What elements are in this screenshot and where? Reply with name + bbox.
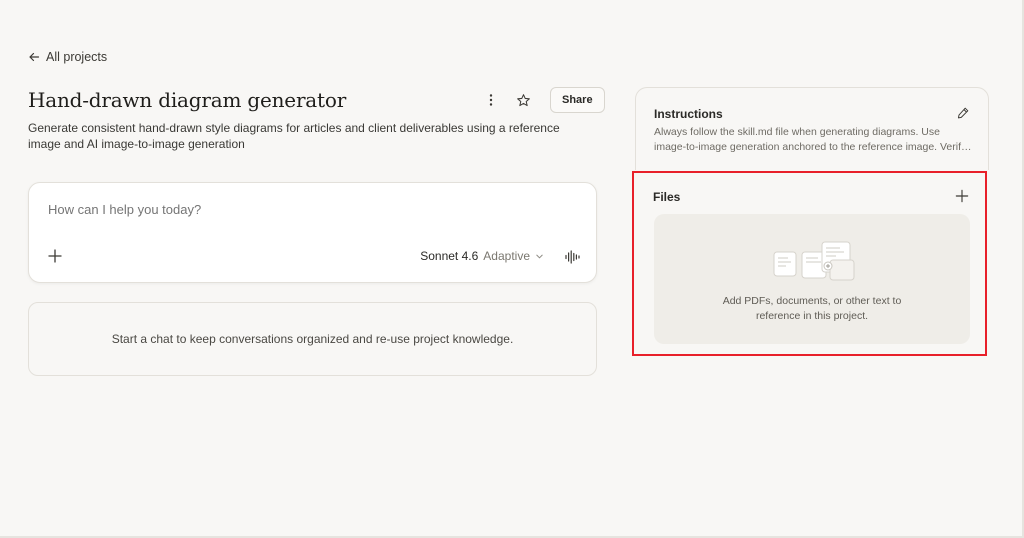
model-selector[interactable]: Sonnet 4.6 Adaptive <box>420 249 544 263</box>
instructions-line: image-to-image generation anchored to th… <box>654 141 972 153</box>
star-icon <box>516 93 530 106</box>
arrow-left-icon <box>29 52 40 62</box>
star-button[interactable] <box>512 89 534 111</box>
voice-wave-icon[interactable] <box>564 249 580 265</box>
chat-input[interactable] <box>46 201 570 218</box>
model-mode: Adaptive <box>483 249 530 263</box>
all-projects-link[interactable]: All projects <box>28 50 107 64</box>
pencil-icon[interactable] <box>956 106 970 120</box>
project-actions: Share <box>480 87 605 113</box>
files-highlight-box <box>632 171 987 356</box>
chat-composer: Sonnet 4.6 Adaptive <box>28 182 597 283</box>
instructions-text: Always follow the skill.md file when gen… <box>654 125 972 155</box>
all-projects-label: All projects <box>46 50 108 64</box>
model-name: Sonnet 4.6 <box>420 249 479 263</box>
more-vertical-icon <box>489 94 493 106</box>
instructions-line: Always follow the skill.md file when gen… <box>654 126 940 138</box>
instructions-panel[interactable]: Instructions Always follow the skill.md … <box>635 87 989 170</box>
instructions-title: Instructions <box>654 107 723 121</box>
project-title: Hand-drawn diagram generator <box>28 88 347 112</box>
share-button[interactable]: Share <box>550 87 605 113</box>
project-description: Generate consistent hand-drawn style dia… <box>28 121 560 151</box>
empty-conversations-panel: Start a chat to keep conversations organ… <box>28 302 597 376</box>
empty-conversations-text: Start a chat to keep conversations organ… <box>111 332 514 346</box>
chevron-down-icon <box>536 254 543 259</box>
plus-icon[interactable] <box>47 248 63 264</box>
more-options-button[interactable] <box>480 89 502 111</box>
